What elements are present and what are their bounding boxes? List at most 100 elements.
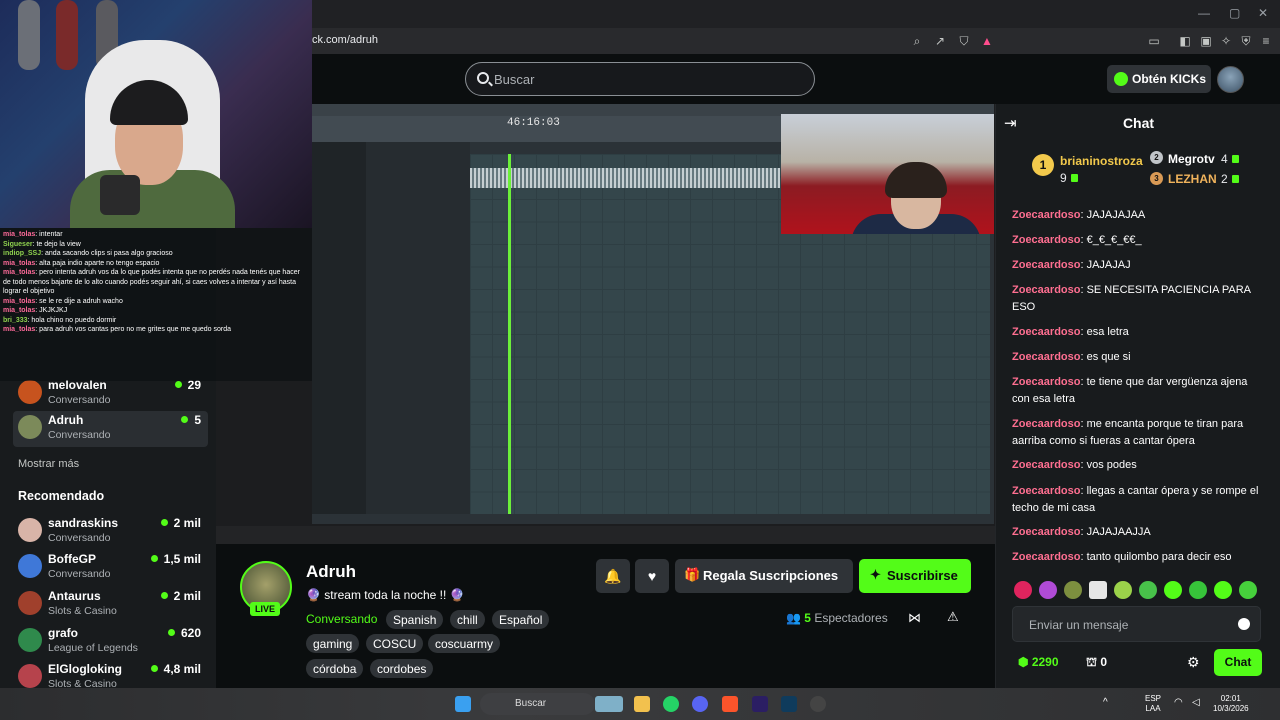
emote-icon[interactable] — [1164, 581, 1182, 599]
avatar — [18, 518, 42, 542]
file-explorer-icon[interactable] — [634, 696, 650, 712]
viewer-count: 👥 5 Espectadores — [786, 611, 888, 625]
leaderboard-name[interactable]: Megrotv — [1168, 152, 1215, 166]
ai-icon[interactable]: ✧ — [1219, 34, 1233, 48]
tag[interactable]: COSCU — [366, 634, 424, 653]
notification-bell-button[interactable]: 🔔 — [596, 559, 630, 593]
emote-icon[interactable] — [1239, 581, 1257, 599]
follow-button[interactable]: ♥ — [635, 559, 669, 593]
tag[interactable]: cordobes — [370, 659, 434, 678]
share-icon[interactable]: ↗ — [933, 34, 947, 48]
tabs-icon[interactable]: ▭ — [1147, 34, 1161, 48]
tag[interactable]: córdoba — [306, 659, 364, 678]
sidebar-channel-active[interactable]: Adruh Conversando 5 — [13, 411, 208, 447]
clock[interactable]: 02:01 10/3/2026 — [1213, 694, 1249, 714]
search-input[interactable]: Buscar — [465, 62, 815, 96]
gear-icon[interactable]: ⚙ — [1187, 654, 1200, 671]
gift-icon: 🎁 — [684, 567, 701, 582]
shield-icon[interactable]: ⛉ — [957, 34, 971, 48]
volume-icon[interactable]: ◁ — [1192, 698, 1200, 708]
brave-icon[interactable] — [722, 696, 738, 712]
gift-subs-button[interactable]: 🎁 Regala Suscripciones — [675, 559, 853, 593]
bell-icon: 🔔 — [604, 568, 622, 584]
emote-icon[interactable] — [1014, 581, 1032, 599]
emote-icon[interactable] — [1064, 581, 1082, 599]
wifi-icon[interactable]: ◠ — [1174, 698, 1183, 708]
emote-icon[interactable] — [1039, 581, 1057, 599]
recommended-channel[interactable]: Antaurus Slots & Casino 2 mil — [18, 587, 208, 623]
channel-category: League of Legends — [48, 642, 138, 654]
language-indicator[interactable]: ESP LAA — [1145, 694, 1161, 714]
search-icon — [477, 72, 489, 84]
get-kicks-button[interactable]: Obtén KICKs — [1107, 65, 1211, 93]
microphone — [100, 175, 140, 215]
minimize-icon[interactable]: — — [1198, 6, 1210, 20]
extension-icon[interactable]: ▲ — [980, 34, 994, 48]
drops-counter[interactable]: ⛫ 0 — [1086, 655, 1107, 671]
zoom-icon[interactable]: ⌕ — [910, 34, 924, 48]
menu-icon[interactable]: ≡ — [1259, 34, 1273, 48]
taskbar-search[interactable]: Buscar — [480, 693, 595, 715]
show-more-link[interactable]: Mostrar más — [18, 458, 79, 470]
streamer-webcam — [781, 114, 994, 234]
sidebar-channel[interactable]: melovalen Conversando 29 — [18, 376, 208, 412]
sparkle-icon: ✦ — [870, 567, 881, 582]
tray-chevron-icon[interactable]: ^ — [1103, 698, 1108, 708]
emote-icon[interactable] — [1189, 581, 1207, 599]
discord-icon[interactable] — [692, 696, 708, 712]
emote-bar — [1014, 579, 1264, 603]
heart-icon: ♥ — [647, 568, 657, 584]
video-player[interactable]: 46:16:03 — [216, 104, 995, 544]
subscribe-button[interactable]: ✦ Suscribirse — [859, 559, 971, 593]
emote-icon[interactable] — [1114, 581, 1132, 599]
emoji-icon[interactable] — [1238, 618, 1250, 630]
chat-message: Zoecaardoso: esa letra — [1012, 326, 1129, 338]
whatsapp-icon[interactable] — [663, 696, 679, 712]
tag[interactable]: coscuarmy — [428, 634, 501, 653]
tag[interactable]: chill — [450, 610, 485, 629]
avatar — [18, 628, 42, 652]
widgets-icon[interactable] — [595, 696, 623, 712]
windows-start-icon[interactable] — [455, 696, 471, 712]
user-avatar[interactable] — [1217, 66, 1244, 93]
channel-points[interactable]: ⬢ 2290 — [1018, 655, 1059, 669]
close-icon[interactable]: ✕ — [1258, 6, 1268, 20]
leaderboard-name[interactable]: LEZHAN — [1168, 172, 1217, 186]
rank-3-badge: 3 — [1150, 172, 1163, 185]
recommended-channel[interactable]: BoffeGP Conversando 1,5 mil — [18, 550, 208, 586]
url-text[interactable]: ck.com/adruh — [312, 34, 378, 46]
wallet-icon[interactable]: ▣ — [1199, 34, 1213, 48]
channel-category: Conversando — [48, 394, 111, 406]
recommended-channel[interactable]: grafo League of Legends 620 — [18, 624, 208, 660]
channel-name: Adruh — [48, 413, 84, 427]
share-icon[interactable]: ⋈ — [908, 610, 921, 626]
report-icon[interactable]: ⚠ — [947, 609, 959, 625]
playhead — [508, 154, 511, 514]
viewer-count: 620 — [168, 626, 201, 640]
chat-input[interactable]: Enviar un mensaje — [1012, 606, 1261, 642]
photoshop-icon[interactable] — [781, 696, 797, 712]
chat-message: Zoecaardoso: tanto quilombo para decir e… — [1012, 551, 1232, 563]
vpn-icon[interactable]: ⛨ — [1239, 34, 1253, 48]
stream-category[interactable]: Conversando — [306, 612, 377, 626]
premiere-icon[interactable] — [752, 696, 768, 712]
stream-taskbar — [216, 526, 995, 544]
recommended-channel[interactable]: sandraskins Conversando 2 mil — [18, 514, 208, 550]
maximize-icon[interactable]: ▢ — [1229, 6, 1240, 20]
emote-icon[interactable] — [1214, 581, 1232, 599]
obs-icon[interactable] — [810, 696, 826, 712]
fl-time-display: 46:16:03 — [507, 117, 560, 129]
channel-name[interactable]: Adruh — [306, 562, 356, 582]
leaderboard-name[interactable]: brianinostroza — [1060, 154, 1143, 168]
emote-icon[interactable] — [1089, 581, 1107, 599]
overlay-message: mia_tolas: alta paja indio aparte no ten… — [3, 259, 160, 267]
channel-name: BoffeGP — [48, 552, 96, 566]
tag[interactable]: Spanish — [386, 610, 444, 629]
guitar — [18, 0, 40, 70]
sidebar-icon[interactable]: ◧ — [1178, 34, 1192, 48]
points-icon: ⬢ — [1018, 655, 1032, 669]
tag[interactable]: Español — [492, 610, 550, 629]
send-chat-button[interactable]: Chat — [1214, 649, 1262, 676]
tag[interactable]: gaming — [306, 634, 360, 653]
emote-icon[interactable] — [1139, 581, 1157, 599]
